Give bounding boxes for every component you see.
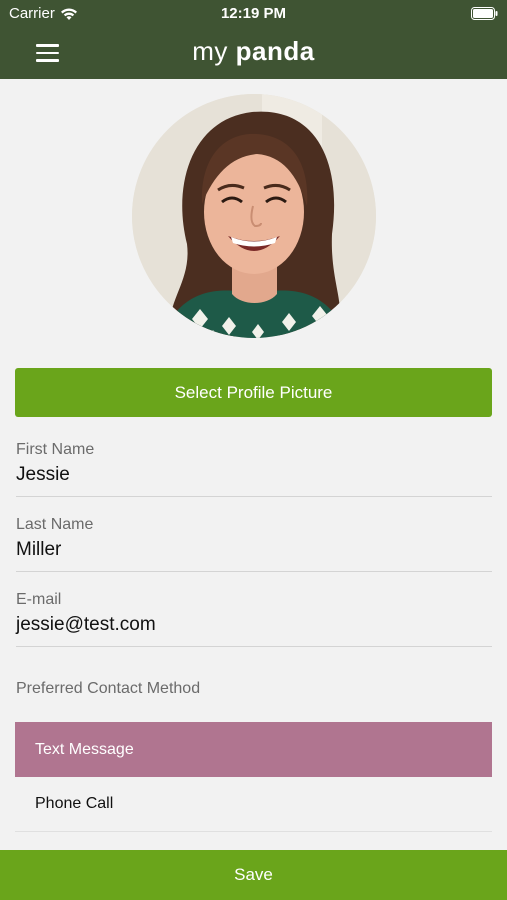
avatar-portrait bbox=[132, 94, 376, 338]
profile-avatar bbox=[132, 94, 376, 338]
contact-option-text-message[interactable]: Text Message bbox=[15, 722, 492, 777]
logo-text-bold: panda bbox=[235, 36, 315, 66]
email-field: E-mail jessie@test.com bbox=[16, 591, 492, 647]
email-label: E-mail bbox=[16, 591, 62, 608]
email-input[interactable]: jessie@test.com bbox=[16, 614, 492, 636]
nav-bar: my panda bbox=[0, 28, 507, 79]
last-name-label: Last Name bbox=[16, 516, 94, 533]
last-name-input[interactable]: Miller bbox=[16, 539, 492, 561]
battery-icon bbox=[471, 7, 498, 20]
logo-text-light: my bbox=[192, 36, 228, 66]
app-header: Carrier 12:19 PM my panda bbox=[0, 0, 507, 79]
save-button[interactable]: Save bbox=[0, 850, 507, 900]
first-name-field: First Name Jessie bbox=[16, 441, 492, 497]
contact-option-phone-call[interactable]: Phone Call bbox=[15, 777, 492, 832]
app-logo: my panda bbox=[0, 36, 507, 67]
first-name-input[interactable]: Jessie bbox=[16, 464, 492, 486]
status-time: 12:19 PM bbox=[220, 5, 287, 22]
first-name-label: First Name bbox=[16, 441, 95, 458]
last-name-field: Last Name Miller bbox=[16, 516, 492, 572]
select-profile-picture-button[interactable]: Select Profile Picture bbox=[15, 368, 492, 417]
preferred-contact-label: Preferred Contact Method bbox=[16, 680, 201, 697]
status-bar: Carrier 12:19 PM bbox=[0, 0, 507, 28]
